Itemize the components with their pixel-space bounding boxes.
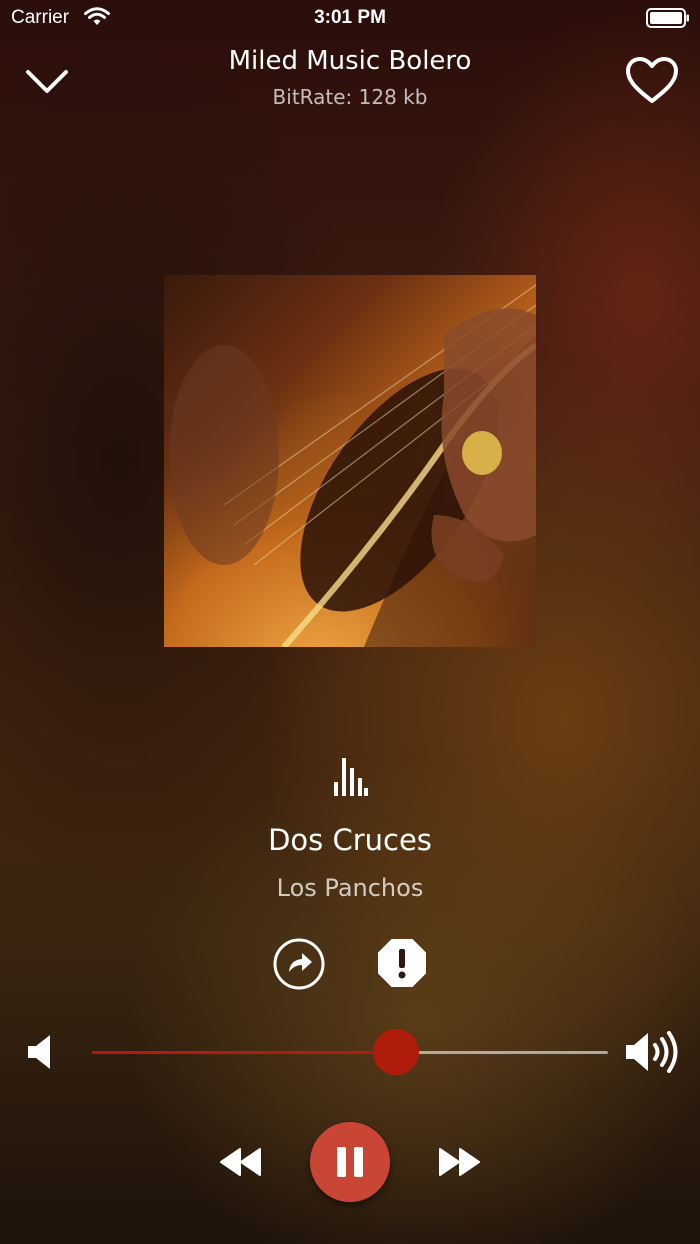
album-art (164, 275, 536, 647)
artist-name: Los Panchos (276, 874, 424, 902)
bitrate-label: BitRate: 128 kb (272, 85, 428, 109)
share-icon (273, 938, 325, 990)
station-name: Miled Music Bolero (228, 46, 472, 76)
share-button[interactable] (273, 938, 325, 990)
favorite-button[interactable] (624, 56, 680, 106)
pause-icon (337, 1147, 363, 1177)
report-icon (378, 939, 426, 987)
track-title: Dos Cruces (268, 823, 432, 857)
fast-forward-button[interactable] (438, 1146, 482, 1178)
equalizer-icon (334, 758, 368, 796)
status-bar: Carrier 3:01 PM (0, 0, 700, 36)
rewind-button[interactable] (218, 1146, 262, 1178)
heart-icon (626, 57, 678, 103)
collapse-button[interactable] (24, 62, 70, 102)
chevron-down-icon (26, 70, 68, 93)
fast-forward-icon (439, 1148, 480, 1176)
volume-slider-thumb[interactable] (373, 1029, 420, 1075)
volume-slider[interactable] (92, 1026, 608, 1078)
status-time: 3:01 PM (314, 7, 386, 28)
battery-icon (646, 8, 690, 28)
volume-track-fill (92, 1051, 397, 1054)
pause-button[interactable] (310, 1122, 390, 1202)
volume-high-icon (624, 1028, 682, 1076)
report-button[interactable] (377, 938, 427, 988)
volume-low-icon (26, 1032, 56, 1072)
rewind-icon (220, 1148, 261, 1176)
